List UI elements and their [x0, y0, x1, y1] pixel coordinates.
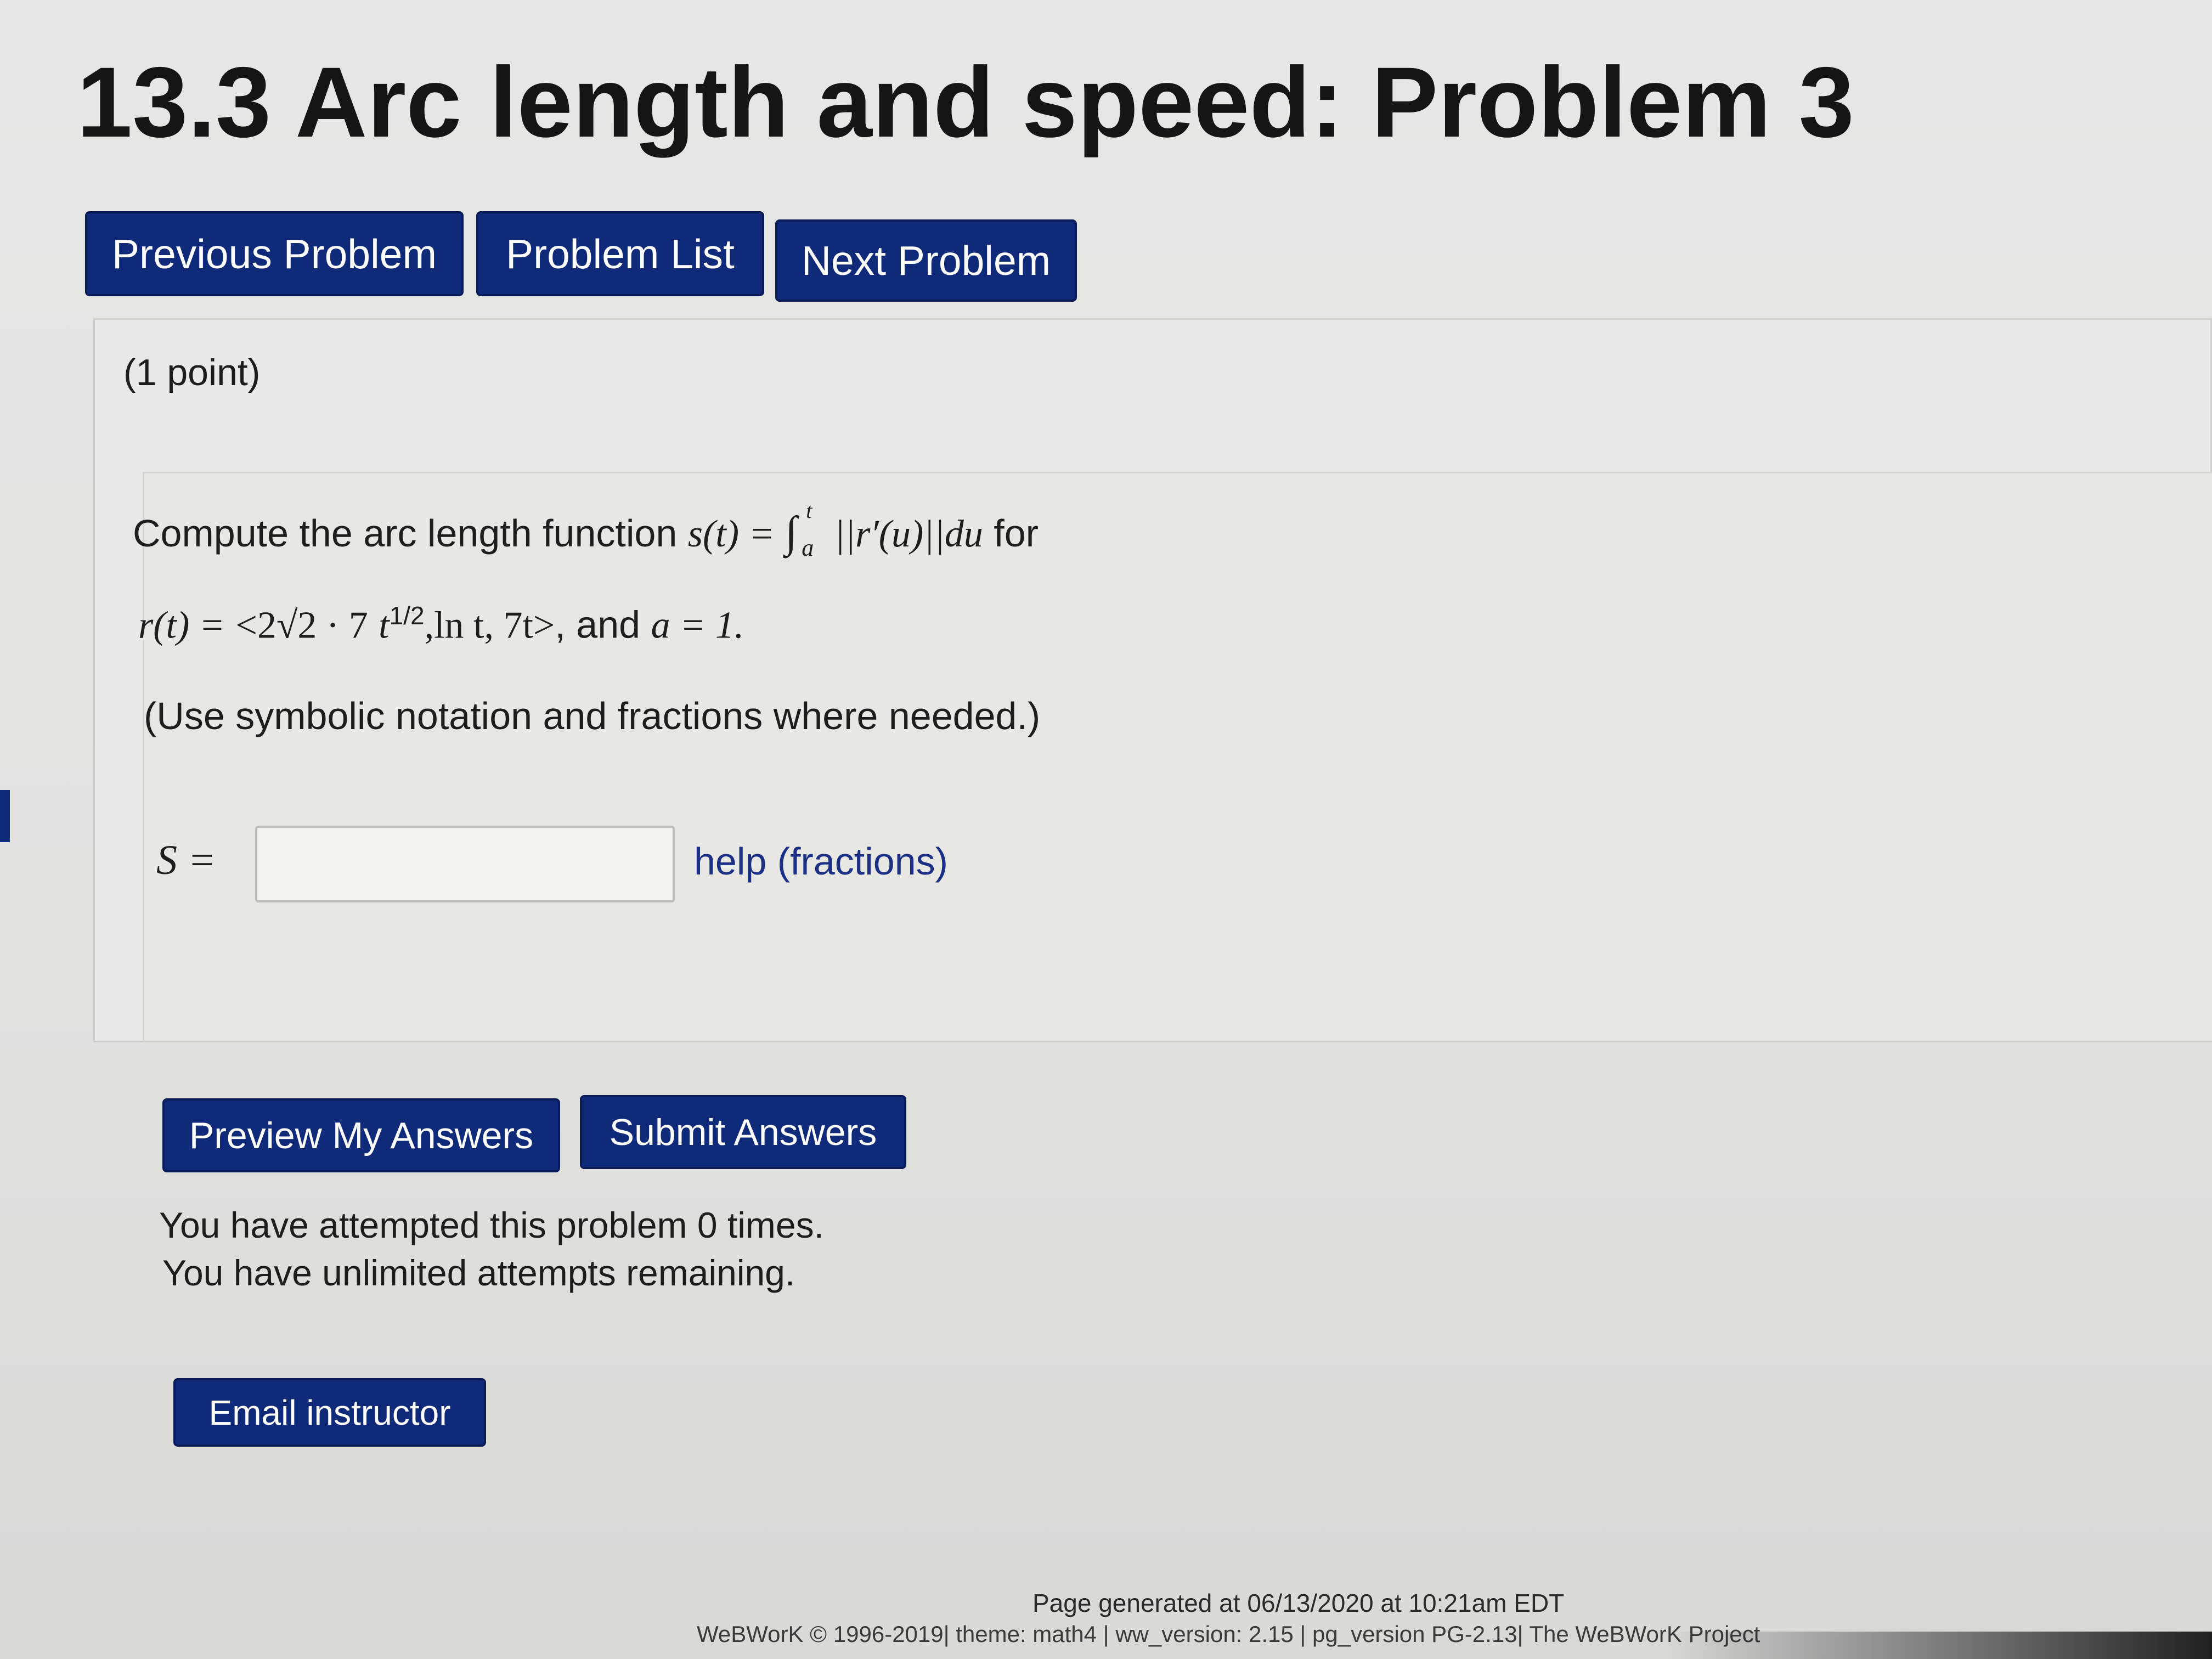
integral-expression: ∫ t a: [785, 498, 823, 561]
answer-input[interactable]: [255, 826, 675, 902]
integral-sign: ∫: [785, 508, 798, 556]
t-power-base: t: [379, 604, 390, 647]
r-of-t: r(t) =: [138, 604, 225, 647]
page-generated-text: Page generated at 06/13/2020 at 10:21am …: [1032, 1589, 1565, 1617]
page-title: 13.3 Arc length and speed: Problem 3: [77, 46, 1854, 158]
left-edge-marker: [0, 790, 10, 842]
problem-statement-line-1: Compute the arc length function s(t) = ∫…: [133, 498, 1039, 561]
and-text: , and: [555, 603, 641, 646]
upper-limit: t: [806, 498, 812, 523]
integrand: ||r′(u)||du: [834, 513, 983, 555]
footer-credits: WeBWorK © 1996-2019| theme: math4 | ww_v…: [697, 1621, 1760, 1647]
t-power-exponent: 1/2: [389, 601, 425, 630]
a-equals: a = 1.: [651, 604, 744, 647]
next-problem-button[interactable]: Next Problem: [775, 219, 1077, 302]
previous-problem-button[interactable]: Previous Problem: [85, 211, 464, 296]
vector-open: <2√2 · 7: [235, 604, 368, 647]
bottom-edge-shadow: [1663, 1632, 2212, 1659]
lower-limit: a: [802, 534, 814, 561]
vector-rest: ,ln t, 7t>: [424, 604, 555, 647]
answer-label: S =: [156, 837, 216, 883]
submit-answers-button[interactable]: Submit Answers: [580, 1095, 906, 1169]
s-of-t: s(t) =: [687, 513, 775, 555]
email-instructor-button[interactable]: Email instructor: [173, 1378, 486, 1447]
help-fractions-link[interactable]: help (fractions): [694, 839, 948, 883]
problem-statement-line-2: r(t) = <2√2 · 7 t1/2,ln t, 7t>, and a = …: [138, 601, 744, 647]
intro-text: Compute the arc length function: [133, 512, 678, 555]
attempts-text: You have attempted this problem 0 times.: [159, 1205, 824, 1245]
instructions-text: (Use symbolic notation and fractions whe…: [144, 695, 1041, 737]
problem-body-panel: [143, 472, 2212, 1042]
problem-list-button[interactable]: Problem List: [476, 211, 764, 296]
preview-answers-button[interactable]: Preview My Answers: [162, 1098, 560, 1172]
points-label: (1 point): [123, 352, 261, 393]
for-text: for: [994, 512, 1039, 555]
remaining-attempts-text: You have unlimited attempts remaining.: [162, 1252, 795, 1293]
